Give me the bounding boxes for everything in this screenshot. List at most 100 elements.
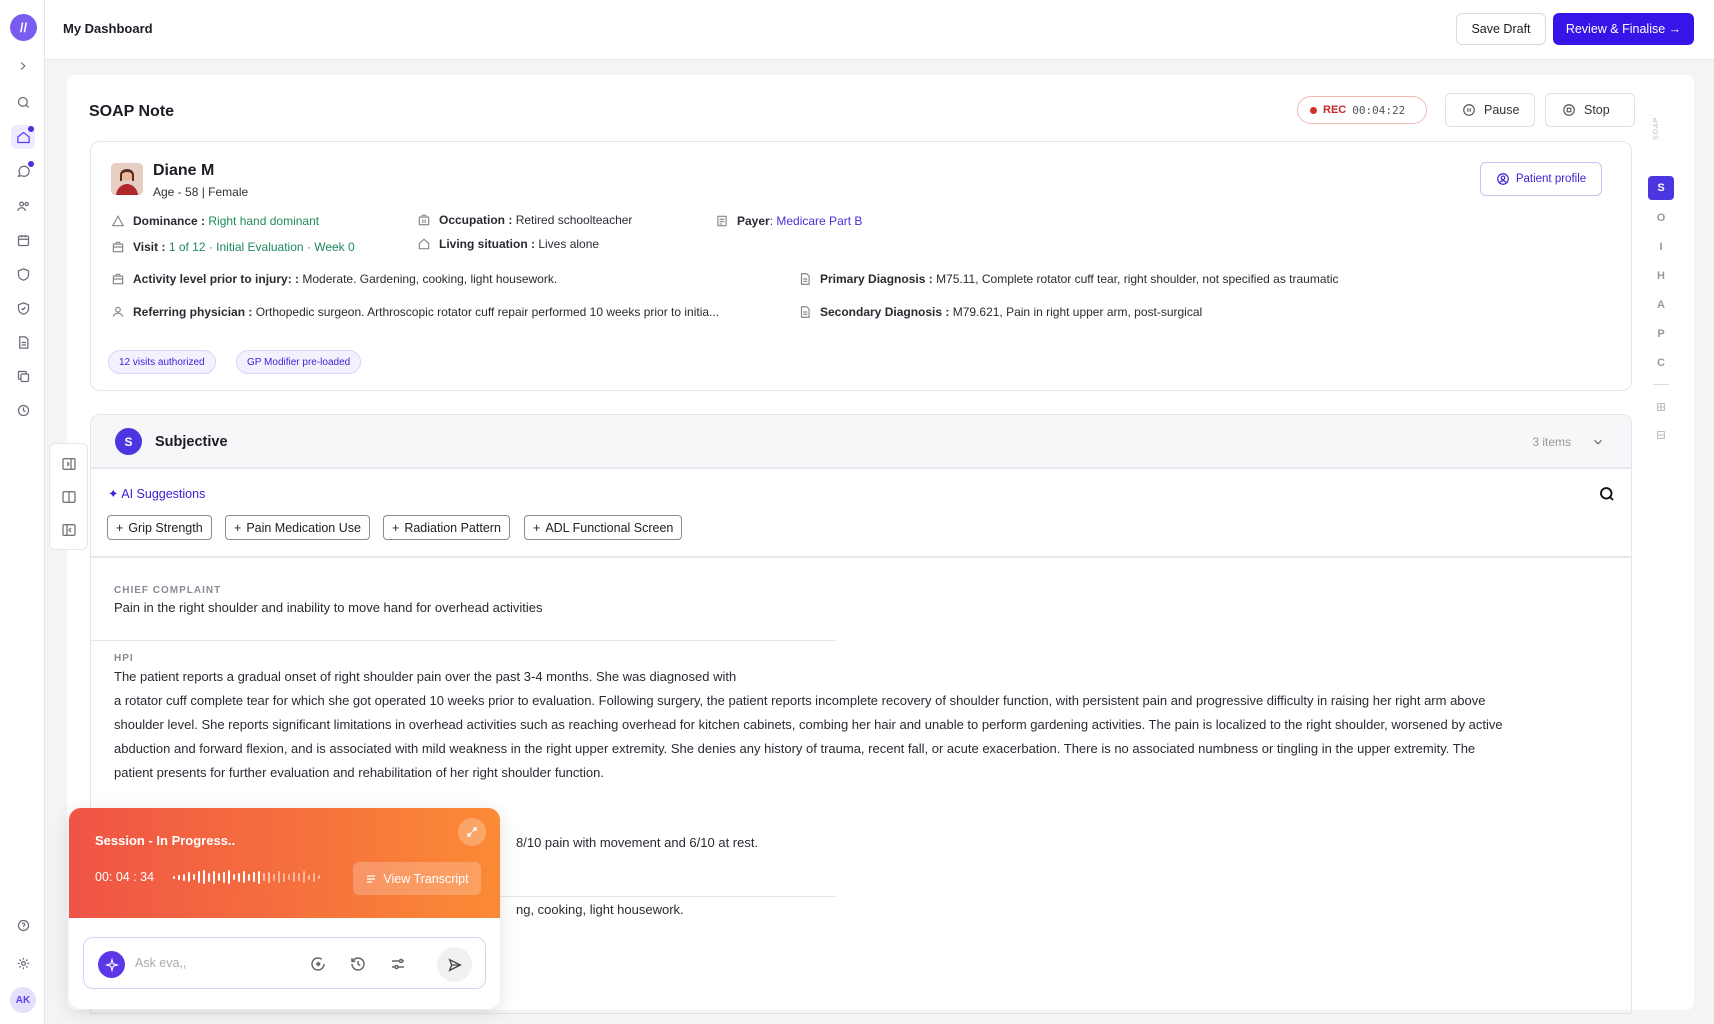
recording-dot-icon xyxy=(1310,106,1317,114)
shield-check-icon[interactable] xyxy=(11,296,35,320)
nav-s[interactable]: S xyxy=(1648,176,1674,200)
clock-icon[interactable] xyxy=(11,398,35,422)
view-transcript-button[interactable]: View Transcript xyxy=(353,862,481,895)
panel-left-icon[interactable] xyxy=(61,522,77,538)
visit-label: Visit : xyxy=(133,240,166,254)
subjective-item-count: 3 items xyxy=(1532,435,1571,449)
nav-c[interactable]: C xyxy=(1648,351,1674,375)
payer-value: : Medicare Part B xyxy=(769,214,863,228)
occupation-value: Retired schoolteacher xyxy=(515,213,633,227)
patient-avatar xyxy=(111,163,143,195)
visit-field: Visit : 1 of 12 · Initial Evaluation · W… xyxy=(111,240,355,254)
nav-p[interactable]: P xyxy=(1648,322,1674,346)
occupation-label: Occupation : xyxy=(439,213,513,227)
plus-icon: + xyxy=(533,520,541,535)
activity-level-field: Activity level prior to injury: : Modera… xyxy=(111,272,557,286)
plus-icon: + xyxy=(234,520,242,535)
nav-a[interactable]: A xyxy=(1648,293,1674,317)
audio-waveform xyxy=(173,868,320,886)
session-header: Session - In Progress.. 00: 04 : 34 View… xyxy=(69,808,500,918)
save-draft-button[interactable]: Save Draft xyxy=(1456,13,1546,45)
pause-button[interactable]: Pause xyxy=(1445,93,1535,127)
sliders-icon[interactable] xyxy=(389,955,407,973)
building-icon xyxy=(112,241,124,253)
patient-name: Diane M xyxy=(153,162,215,179)
grid-icon[interactable] xyxy=(1656,402,1666,412)
house-icon xyxy=(418,238,430,250)
living-label: Living situation : xyxy=(439,237,535,251)
chief-complaint-text[interactable]: Pain in the right shoulder and inability… xyxy=(114,596,543,620)
nav-i[interactable]: I xyxy=(1648,235,1674,259)
calendar-icon[interactable] xyxy=(11,228,35,252)
page-title: My Dashboard xyxy=(63,21,153,36)
soap-nav-label: SOAP xyxy=(1653,116,1660,140)
expand-chevron-icon[interactable] xyxy=(11,54,35,78)
chevron-down-icon[interactable] xyxy=(1591,435,1605,449)
activity-level-text[interactable]: ng, cooking, light housework. xyxy=(516,898,684,922)
columns-icon[interactable] xyxy=(61,489,77,505)
history-icon[interactable] xyxy=(349,955,367,973)
subjective-header[interactable]: S Subjective 3 items xyxy=(91,415,1631,469)
hpi-text[interactable]: The patient reports a gradual onset of r… xyxy=(114,665,1503,785)
chat-icon[interactable] xyxy=(11,160,35,184)
search-icon[interactable] xyxy=(1598,485,1616,503)
secondary-diagnosis-field: Secondary Diagnosis : M79.621, Pain in r… xyxy=(798,305,1202,319)
patient-age-gender: Age - 58 | Female xyxy=(153,185,249,199)
panel-right-icon[interactable] xyxy=(61,456,77,472)
stop-button[interactable]: Stop xyxy=(1545,93,1635,127)
visit-value: 1 of 12 · Initial Evaluation · Week 0 xyxy=(168,240,355,254)
review-finalise-button[interactable]: Review & Finalise → xyxy=(1553,13,1694,45)
patient-profile-button[interactable]: Patient profile xyxy=(1480,162,1602,196)
home-icon[interactable] xyxy=(11,125,35,149)
nav-o[interactable]: O xyxy=(1648,206,1674,230)
settings-gear-icon[interactable] xyxy=(11,951,35,975)
soap-note-title: SOAP Note xyxy=(89,103,175,120)
building-icon xyxy=(112,273,124,285)
pain-scale-text[interactable]: 8/10 pain with movement and 6/10 at rest… xyxy=(516,831,758,855)
occupation-field: Occupation : Retired schoolteacher xyxy=(417,213,632,227)
expand-icon[interactable] xyxy=(458,818,486,846)
patient-card: Diane M Age - 58 | Female Patient profil… xyxy=(90,141,1632,391)
file-icon xyxy=(800,306,810,318)
ai-suggestions-label: ✦ AI Suggestions xyxy=(108,487,206,501)
layout-toolbox xyxy=(49,443,88,550)
top-bar: My Dashboard Save Draft Review & Finalis… xyxy=(45,0,1714,60)
list-icon[interactable] xyxy=(1656,430,1666,440)
file-icon xyxy=(800,273,810,285)
living-situation-field: Living situation : Lives alone xyxy=(417,237,599,251)
suggestion-pain-medication[interactable]: + Pain Medication Use xyxy=(225,515,370,540)
recording-indicator: REC 00:04:22 xyxy=(1297,96,1427,124)
activity-value: Moderate. Gardening, cooking, light hous… xyxy=(302,272,558,286)
help-icon[interactable] xyxy=(11,913,35,937)
patient-profile-label: Patient profile xyxy=(1515,173,1587,185)
referring-physician-field: Referring physician : Orthopedic surgeon… xyxy=(111,305,719,319)
living-value: Lives alone xyxy=(538,237,600,251)
user-avatar[interactable]: AK xyxy=(10,987,36,1013)
search-icon[interactable] xyxy=(11,90,35,114)
dominance-label: Dominance : xyxy=(133,214,206,228)
ask-eva-input[interactable]: Ask eva,, xyxy=(135,956,186,970)
subjective-title: Subjective xyxy=(155,434,228,450)
suggestion-radiation-pattern[interactable]: + Radiation Pattern xyxy=(383,515,510,540)
gp-modifier-chip: GP Modifier pre-loaded xyxy=(236,350,362,374)
send-icon[interactable] xyxy=(437,947,472,982)
primary-label: Primary Diagnosis : xyxy=(820,272,933,286)
shield-icon[interactable] xyxy=(11,262,35,286)
copy-icon[interactable] xyxy=(11,364,35,388)
users-icon[interactable] xyxy=(11,194,35,218)
briefcase-icon xyxy=(418,214,430,226)
suggestion-adl-screen[interactable]: + ADL Functional Screen xyxy=(524,515,683,540)
document-icon[interactable] xyxy=(11,330,35,354)
nav-h[interactable]: H xyxy=(1648,264,1674,288)
referring-label: Referring physician : xyxy=(133,305,253,319)
app-logo[interactable]: // xyxy=(10,14,37,41)
chief-complaint-label: CHIEF COMPLAINT xyxy=(114,585,222,596)
visits-authorized-chip: 12 visits authorized xyxy=(108,350,216,374)
secondary-value: M79.621, Pain in right upper arm, post-s… xyxy=(952,305,1203,319)
person-icon xyxy=(112,306,124,317)
secondary-label: Secondary Diagnosis : xyxy=(820,305,950,319)
primary-diagnosis-field: Primary Diagnosis : M75.11, Complete rot… xyxy=(798,272,1339,286)
stop-icon xyxy=(1563,104,1575,116)
suggestion-grip-strength[interactable]: + Grip Strength xyxy=(107,515,212,540)
voice-refresh-icon[interactable] xyxy=(309,955,327,973)
